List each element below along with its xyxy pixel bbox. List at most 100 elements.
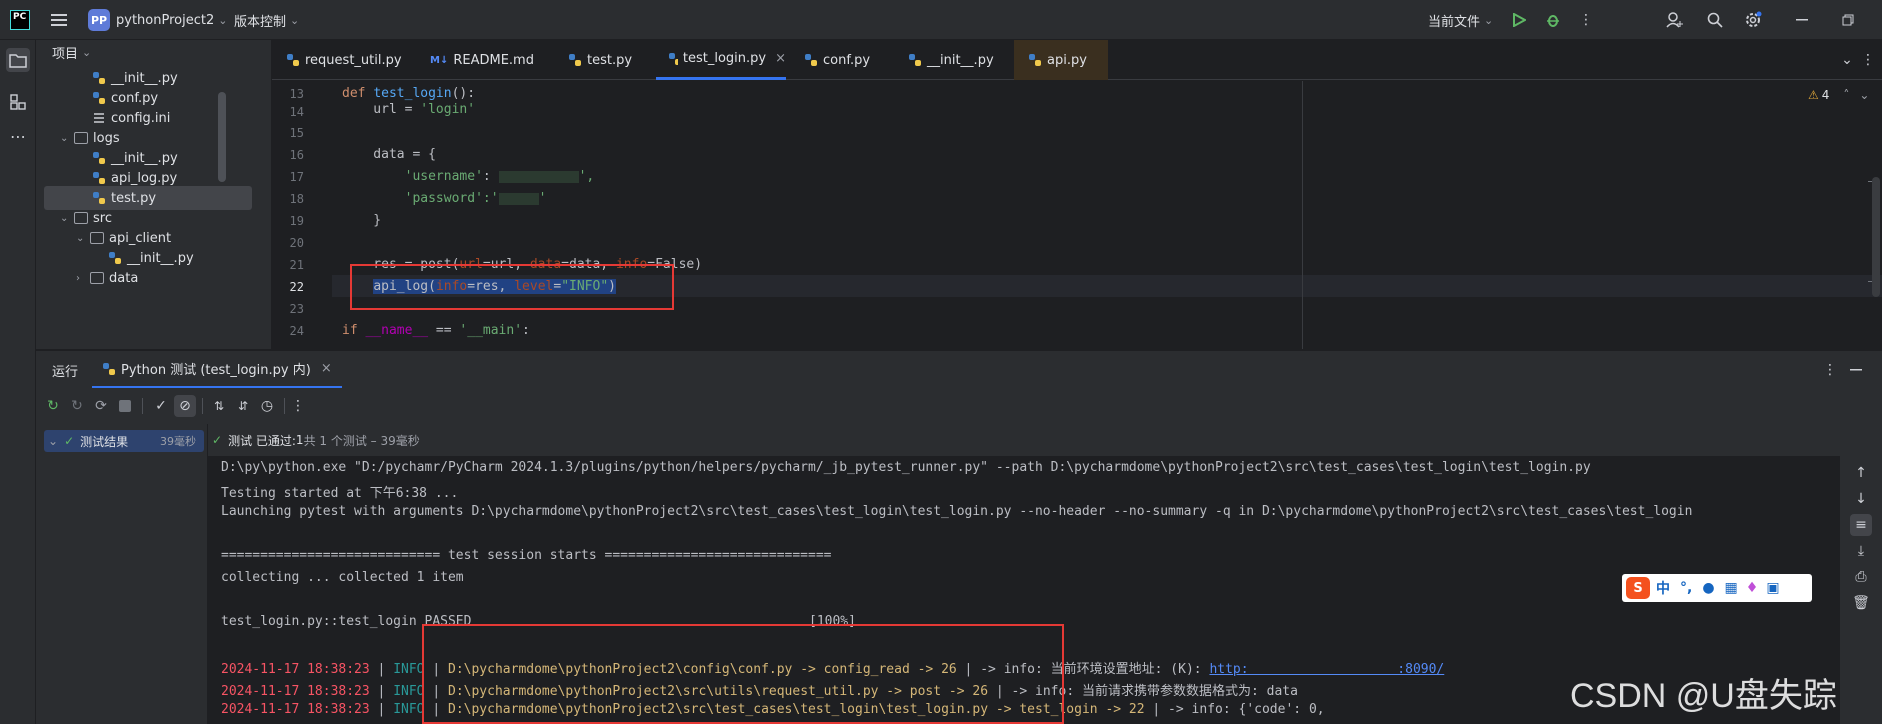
tree-item-label: __init__.py	[127, 250, 194, 266]
ime-mode-label[interactable]: 中	[1656, 578, 1670, 598]
ime-toolbar[interactable]: S 中 °, ● ▦ ♦ ▣	[1622, 574, 1812, 602]
scroll-to-end-icon[interactable]: ⤓	[1850, 540, 1872, 562]
line-number: 14	[289, 105, 304, 119]
chevron-down-icon[interactable]: ⌄	[60, 133, 74, 144]
warning-count: 4	[1821, 88, 1830, 102]
line-number: 24	[289, 324, 304, 338]
status-count: 1	[295, 433, 304, 447]
tab-test-login[interactable]: test_login.py ×	[656, 40, 786, 80]
inspection-warnings[interactable]: ⚠ 4 ˄ ⌄	[1808, 88, 1869, 102]
right-margin-guide	[1302, 81, 1303, 349]
project-switcher[interactable]: PP pythonProject2 ⌄	[88, 0, 227, 40]
chevron-right-icon[interactable]: ›	[76, 273, 90, 284]
toolbox-icon[interactable]: ▣	[1766, 580, 1779, 596]
tab-more-icon[interactable]: ⋮	[1860, 50, 1876, 70]
redacted-value	[498, 170, 579, 183]
stop-icon[interactable]	[114, 395, 136, 417]
markdown-icon: M↓	[430, 54, 449, 66]
clear-trash-icon[interactable]: 🗑	[1850, 592, 1872, 614]
editor-scrollbar[interactable]	[1872, 177, 1880, 297]
tab-label: README.md	[453, 52, 534, 68]
python-file-icon	[1029, 54, 1041, 66]
close-tab-icon[interactable]: ×	[321, 361, 332, 376]
sort-duration-icon[interactable]: ⇵	[232, 395, 254, 417]
project-panel-header[interactable]: 项目 ⌄	[52, 40, 91, 64]
code-line-19: }	[342, 213, 382, 228]
chevron-down-icon: ⌄	[1484, 13, 1494, 27]
close-tab-icon[interactable]: ×	[775, 51, 786, 66]
chevron-down-icon: ⌄	[218, 13, 228, 27]
tree-item-label: data	[109, 270, 139, 286]
skin-icon[interactable]: ♦	[1746, 580, 1759, 596]
passed-check-icon: ✓	[212, 433, 223, 447]
tab-api[interactable]: api.py	[1014, 40, 1108, 80]
vcs-label: 版本控制	[234, 14, 287, 30]
more-vertical-icon[interactable]: ⋮	[1578, 10, 1594, 30]
code-line-14: url = 'login'	[342, 102, 476, 117]
soft-wrap-icon[interactable]: ≡	[1850, 514, 1872, 536]
line-number: 20	[289, 236, 304, 250]
rerun-icon[interactable]: ↻	[42, 395, 64, 417]
csdn-watermark: CSDN @U盘失踪了	[1570, 677, 1840, 715]
rerun-failed-icon[interactable]: ↻	[66, 395, 88, 417]
show-ignored-icon[interactable]: ⊘	[174, 395, 196, 417]
redacted-value	[498, 192, 539, 205]
show-passed-check-icon[interactable]: ✓	[150, 395, 172, 417]
minimize-icon[interactable]	[1792, 10, 1812, 30]
settings-gear-icon[interactable]	[1742, 10, 1764, 30]
line-number: 16	[289, 148, 304, 162]
search-icon[interactable]	[1704, 10, 1726, 30]
project-folder-icon[interactable]	[6, 48, 30, 72]
test-results-label: 测试结果	[80, 434, 129, 449]
tab-readme[interactable]: M↓ README.md	[430, 40, 534, 80]
test-status-line: ✓ 测试 已通过: 1 共 1 个测试 – 39毫秒	[208, 424, 1882, 456]
arrow-up-icon[interactable]: ↑	[1850, 462, 1872, 484]
python-test-icon	[103, 362, 115, 375]
project-badge: PP	[88, 9, 110, 31]
chevron-up-icon[interactable]: ˄	[1843, 88, 1849, 102]
console-output[interactable]: D:\py\python.exe "D:/pychamr/PyCharm 202…	[208, 456, 1840, 724]
hide-panel-icon[interactable]	[1846, 360, 1866, 380]
tab-conf[interactable]: conf.py	[804, 40, 870, 80]
test-results-root[interactable]: ⌄ ✓ 测试结果 39毫秒	[44, 430, 204, 452]
history-clock-icon[interactable]: ◷	[256, 395, 278, 417]
tab-test[interactable]: test.py	[568, 40, 632, 80]
toggle-auto-test-icon[interactable]: ⟳	[90, 395, 112, 417]
add-user-icon[interactable]	[1664, 10, 1686, 30]
tree-item-label: conf.py	[111, 90, 159, 106]
tab-request-util[interactable]: request_util.py	[286, 40, 402, 80]
tree-item-label: test.py	[111, 190, 157, 206]
chevron-down-icon[interactable]: ⌄	[60, 213, 74, 224]
print-icon[interactable]: ⎙	[1850, 566, 1872, 588]
python-file-icon	[93, 172, 105, 184]
tree-scrollbar[interactable]	[218, 92, 226, 182]
more-vertical-icon[interactable]: ⋮	[290, 395, 306, 417]
console-line: Launching pytest with arguments D:\pycha…	[221, 504, 1693, 519]
python-file-icon	[93, 72, 105, 84]
status-prefix: 测试 已通过:	[228, 433, 296, 448]
microphone-icon[interactable]: ●	[1702, 580, 1714, 596]
tab-init[interactable]: __init__.py	[908, 40, 994, 80]
structure-icon[interactable]	[6, 90, 30, 114]
keyboard-icon[interactable]: ▦	[1725, 580, 1738, 596]
main-menu-icon[interactable]	[48, 10, 70, 30]
code-editor[interactable]: def test_login(): url = 'login' data = {…	[332, 81, 1882, 349]
vcs-menu[interactable]: 版本控制 ⌄	[234, 0, 299, 40]
chevron-down-icon[interactable]: ⌄	[76, 233, 90, 244]
run-icon[interactable]	[1508, 10, 1530, 30]
run-tab[interactable]: Python 测试 (test_login.py 内) ×	[92, 351, 342, 389]
run-config-selector[interactable]: 当前文件 ⌄	[1428, 0, 1493, 40]
more-tools-icon[interactable]: ⋯	[6, 124, 30, 148]
tool-window-strip: ⋯	[0, 40, 36, 724]
punctuation-icon[interactable]: °,	[1680, 580, 1692, 596]
run-panel-title: 运行	[52, 364, 79, 380]
debug-icon[interactable]	[1542, 10, 1564, 30]
run-panel-more-icon[interactable]: ⋮	[1822, 360, 1838, 380]
arrow-down-icon[interactable]: ↓	[1850, 488, 1872, 510]
chevron-down-icon[interactable]: ⌄	[1859, 88, 1869, 102]
restore-icon[interactable]	[1838, 10, 1858, 30]
tree-item-label: api_log.py	[111, 170, 178, 186]
sort-icon[interactable]: ⇅	[208, 395, 230, 417]
tree-item[interactable]: › data	[76, 266, 138, 290]
tab-list-chevron-down-icon[interactable]: ⌄	[1838, 50, 1856, 70]
